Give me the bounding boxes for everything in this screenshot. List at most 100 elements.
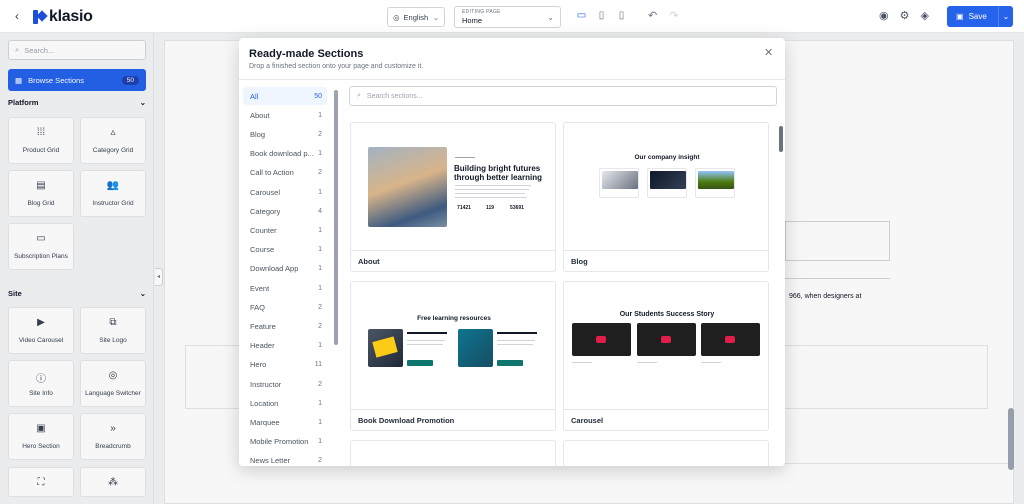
course-image — [458, 329, 493, 367]
explore-mini-button — [497, 360, 523, 366]
section-card-partial[interactable] — [350, 440, 556, 466]
book-cover — [372, 336, 398, 358]
tablet-icon[interactable]: ▯ — [596, 10, 607, 22]
category-count: 2 — [318, 169, 322, 177]
text-line — [637, 362, 657, 363]
layers-icon[interactable]: ◈ — [920, 9, 928, 22]
section-card-carousel[interactable]: Our Students Success Story Carousel — [563, 281, 769, 431]
chevron-down-icon: ⌄ — [432, 12, 439, 22]
category-count: 1 — [318, 438, 322, 446]
save-icon: ▣ — [956, 12, 964, 21]
category-count: 1 — [318, 342, 322, 350]
book-preview-title: Free learning resources — [417, 315, 491, 322]
category-item[interactable]: About 1 — [243, 106, 327, 124]
history-controls: ↶ ↷ — [648, 9, 678, 22]
section-search-input[interactable]: ⌕ Search sections... — [349, 86, 777, 106]
category-item[interactable]: Blog 2 — [243, 125, 327, 143]
category-count: 50 — [314, 92, 322, 100]
undo-icon[interactable]: ↶ — [648, 9, 657, 22]
section-card-about[interactable]: Building bright futures through better l… — [350, 122, 556, 272]
settings-gear-icon[interactable]: ⚙ — [900, 9, 910, 22]
section-card-partial[interactable] — [563, 440, 769, 466]
category-name: Counter — [250, 225, 277, 235]
category-count: 2 — [318, 457, 322, 465]
category-name: Mobile Promotion — [250, 437, 309, 447]
save-button[interactable]: ▣ Save — [947, 12, 998, 21]
language-select[interactable]: ◎ English ⌄ — [387, 7, 445, 27]
stat-value: 71421 — [457, 205, 471, 211]
category-name: Call to Action — [250, 168, 294, 178]
category-count: 1 — [318, 284, 322, 292]
section-card-book-download[interactable]: Free learning resources Book Download Pr… — [350, 281, 556, 431]
desktop-icon[interactable]: ▭ — [576, 10, 587, 22]
text-line — [497, 340, 535, 341]
category-item[interactable]: Feature 2 — [243, 317, 327, 335]
category-item-all[interactable]: All 50 — [243, 87, 327, 105]
category-count: 1 — [318, 188, 322, 196]
category-scrollbar[interactable] — [334, 90, 338, 345]
category-item[interactable]: Call to Action 2 — [243, 164, 327, 182]
section-card-label: About — [351, 250, 555, 271]
section-card-label: Blog — [564, 250, 768, 271]
category-name: FAQ — [250, 302, 266, 312]
category-item[interactable]: Counter 1 — [243, 221, 327, 239]
category-count: 1 — [318, 246, 322, 254]
category-name: About — [250, 110, 270, 120]
blog-thumbnail — [602, 171, 638, 189]
app-logo[interactable]: klasio — [33, 8, 93, 26]
category-item[interactable]: News Letter 2 — [243, 452, 327, 466]
category-name: Download App — [250, 264, 299, 274]
carousel-preview-title: Our Students Success Story — [619, 311, 715, 318]
chevron-down-icon: ⌄ — [547, 13, 554, 22]
modal-divider — [239, 79, 785, 80]
category-item[interactable]: Hero 11 — [243, 356, 327, 374]
mobile-icon[interactable]: ▯ — [616, 10, 627, 22]
category-item[interactable]: Book download p... 1 — [243, 145, 327, 163]
editing-page-select[interactable]: EDITING PAGE Home ⌄ — [454, 6, 561, 28]
section-card-blog[interactable]: Our company insight Blog — [563, 122, 769, 272]
category-item[interactable]: Location 1 — [243, 394, 327, 412]
save-options-chevron-icon[interactable]: ⌄ — [998, 6, 1013, 27]
section-preview: Our Students Success Story — [564, 282, 768, 409]
category-item[interactable]: Marquee 1 — [243, 413, 327, 431]
category-name: Carousel — [250, 187, 281, 197]
blog-mini-card — [647, 168, 687, 198]
text-line — [407, 340, 445, 341]
category-count: 1 — [318, 418, 322, 426]
section-preview: Free learning resources — [351, 282, 555, 409]
section-card-label: Carousel — [564, 409, 768, 430]
close-icon[interactable]: ✕ — [764, 46, 773, 59]
category-name: News Letter — [250, 456, 291, 466]
back-arrow-icon[interactable]: ‹ — [10, 9, 24, 23]
category-item[interactable]: Course 1 — [243, 241, 327, 259]
text-line — [497, 344, 533, 345]
category-item[interactable]: Event 1 — [243, 279, 327, 297]
category-name: Location — [250, 398, 279, 408]
category-name: Course — [250, 245, 275, 255]
category-name: Marquee — [250, 417, 280, 427]
globe-icon: ◎ — [393, 12, 400, 22]
category-count: 2 — [318, 303, 322, 311]
category-count: 1 — [318, 226, 322, 234]
category-item[interactable]: Header 1 — [243, 337, 327, 355]
sections-scrollbar[interactable] — [779, 126, 783, 152]
text-line — [701, 362, 721, 363]
blog-preview-title: Our company insight — [634, 154, 700, 161]
item-title-line — [407, 332, 447, 334]
about-photo — [368, 147, 447, 227]
category-item[interactable]: Carousel 1 — [243, 183, 327, 201]
category-name: All — [250, 91, 259, 101]
video-thumbnail — [572, 323, 631, 356]
category-item[interactable]: Instructor 2 — [243, 375, 327, 393]
category-count: 1 — [318, 150, 322, 158]
category-item[interactable]: FAQ 2 — [243, 298, 327, 316]
category-item[interactable]: Download App 1 — [243, 260, 327, 278]
video-thumbnail — [701, 323, 760, 356]
save-button-group: ▣ Save ⌄ — [947, 6, 1013, 27]
preview-eye-icon[interactable]: ◉ — [879, 9, 889, 22]
category-item[interactable]: Category 4 — [243, 202, 327, 220]
category-item[interactable]: Mobile Promotion 1 — [243, 433, 327, 451]
redo-icon[interactable]: ↷ — [669, 9, 678, 22]
section-preview: Building bright futures through better l… — [351, 123, 555, 250]
category-count: 2 — [318, 130, 322, 138]
